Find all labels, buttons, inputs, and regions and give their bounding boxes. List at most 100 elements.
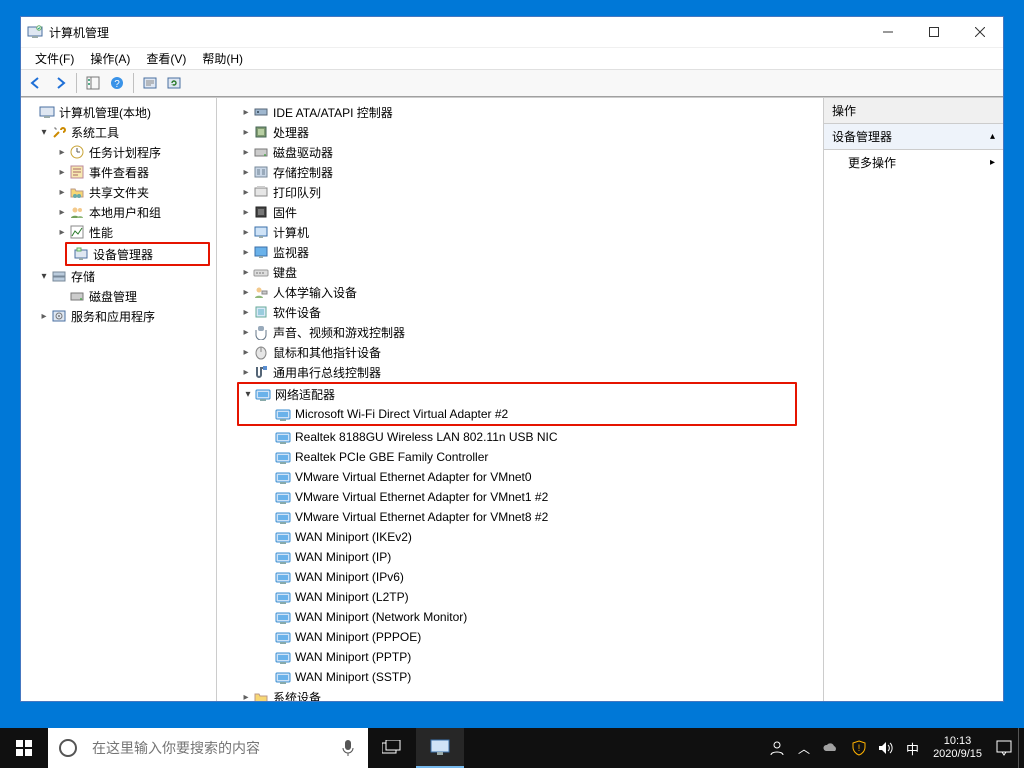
adapter-label: Microsoft Wi-Fi Direct Virtual Adapter #… xyxy=(295,407,508,421)
category-icon xyxy=(253,304,269,320)
computer-management-window: 计算机管理 文件(F) 操作(A) 查看(V) 帮助(H) ? xyxy=(20,16,1004,702)
device-category[interactable]: ▸打印队列 xyxy=(219,182,821,202)
refresh-button[interactable] xyxy=(163,72,185,94)
help-button[interactable]: ? xyxy=(106,72,128,94)
navigation-tree[interactable]: 计算机管理(本地) ▾ 系统工具 ▸ 任务计划程序 ▸ 事件查看器 xyxy=(21,98,217,701)
device-category[interactable]: ▸存储控制器 xyxy=(219,162,821,182)
menu-view[interactable]: 查看(V) xyxy=(138,48,194,69)
network-adapter-item[interactable]: WAN Miniport (SSTP) xyxy=(219,667,821,687)
menu-file[interactable]: 文件(F) xyxy=(27,48,82,69)
tree-local-users[interactable]: ▸ 本地用户和组 xyxy=(23,202,214,222)
device-category[interactable]: ▸处理器 xyxy=(219,122,821,142)
menu-help[interactable]: 帮助(H) xyxy=(194,48,251,69)
device-category[interactable]: ▸声音、视频和游戏控制器 xyxy=(219,322,821,342)
show-hide-tree-button[interactable] xyxy=(82,72,104,94)
network-adapter-item[interactable]: WAN Miniport (IPv6) xyxy=(219,567,821,587)
tree-label: 设备管理器 xyxy=(93,246,153,263)
tree-shared-folders[interactable]: ▸ 共享文件夹 xyxy=(23,182,214,202)
network-adapter-item[interactable]: Microsoft Wi-Fi Direct Virtual Adapter #… xyxy=(239,404,795,424)
device-category[interactable]: ▸固件 xyxy=(219,202,821,222)
tree-storage[interactable]: ▾ 存储 xyxy=(23,266,214,286)
network-adapter-item[interactable]: VMware Virtual Ethernet Adapter for VMne… xyxy=(219,467,821,487)
category-label: 声音、视频和游戏控制器 xyxy=(273,324,405,341)
network-adapter-item[interactable]: Realtek 8188GU Wireless LAN 802.11n USB … xyxy=(219,427,821,447)
network-adapter-item[interactable]: Realtek PCIe GBE Family Controller xyxy=(219,447,821,467)
tray-chevron-up-icon[interactable]: ︿ xyxy=(792,728,816,768)
network-adapter-item[interactable]: WAN Miniport (PPPOE) xyxy=(219,627,821,647)
chevron-right-icon: ▸ xyxy=(37,311,51,322)
cortana-icon[interactable] xyxy=(48,738,88,758)
svg-text:!: ! xyxy=(858,743,861,753)
network-adapter-item[interactable]: VMware Virtual Ethernet Adapter for VMne… xyxy=(219,507,821,527)
chevron-down-icon: ▾ xyxy=(37,271,51,282)
system-tray: ︿ ! 中 10:13 2020/9/15 xyxy=(762,728,1024,768)
properties-button[interactable] xyxy=(139,72,161,94)
close-button[interactable] xyxy=(957,17,1003,47)
tree-root[interactable]: 计算机管理(本地) xyxy=(23,102,214,122)
network-adapter-item[interactable]: WAN Miniport (IP) xyxy=(219,547,821,567)
chevron-right-icon: ▸ xyxy=(239,307,253,318)
category-icon xyxy=(253,284,269,300)
network-adapter-item[interactable]: VMware Virtual Ethernet Adapter for VMne… xyxy=(219,487,821,507)
show-desktop-button[interactable] xyxy=(1018,728,1024,768)
tree-device-manager[interactable]: 设备管理器 xyxy=(69,244,208,264)
taskbar-searchbox[interactable] xyxy=(48,728,368,768)
tree-services-apps[interactable]: ▸ 服务和应用程序 xyxy=(23,306,214,326)
clock-date: 2020/9/15 xyxy=(933,748,982,761)
adapter-label: WAN Miniport (PPPOE) xyxy=(295,630,421,644)
search-input[interactable] xyxy=(88,728,328,768)
taskbar-app-computer-management[interactable] xyxy=(416,728,464,768)
device-category[interactable]: ▸监视器 xyxy=(219,242,821,262)
device-category[interactable]: ▸ 软件设备 xyxy=(219,302,821,322)
tree-system-tools[interactable]: ▾ 系统工具 xyxy=(23,122,214,142)
category-icon xyxy=(253,244,269,260)
titlebar[interactable]: 计算机管理 xyxy=(21,17,1003,47)
menu-action[interactable]: 操作(A) xyxy=(82,48,138,69)
device-manager-tree[interactable]: ▸IDE ATA/ATAPI 控制器▸处理器▸磁盘驱动器▸存储控制器▸打印队列▸… xyxy=(217,98,823,701)
category-label: 监视器 xyxy=(273,244,309,261)
people-icon[interactable] xyxy=(762,728,792,768)
tree-event-viewer[interactable]: ▸ 事件查看器 xyxy=(23,162,214,182)
chevron-right-icon: ▸ xyxy=(239,207,253,218)
device-category-network-adapters[interactable]: ▾网络适配器 xyxy=(239,384,795,404)
minimize-button[interactable] xyxy=(865,17,911,47)
onedrive-icon[interactable] xyxy=(816,728,846,768)
category-icon xyxy=(253,104,269,120)
network-adapter-item[interactable]: WAN Miniport (Network Monitor) xyxy=(219,607,821,627)
tree-task-scheduler[interactable]: ▸ 任务计划程序 xyxy=(23,142,214,162)
back-button[interactable] xyxy=(25,72,47,94)
adapter-label: Realtek PCIe GBE Family Controller xyxy=(295,450,488,464)
device-category[interactable]: ▸键盘 xyxy=(219,262,821,282)
security-icon[interactable]: ! xyxy=(846,728,872,768)
device-category[interactable]: ▸鼠标和其他指针设备 xyxy=(219,342,821,362)
device-category[interactable]: ▸人体学输入设备 xyxy=(219,282,821,302)
network-adapter-icon xyxy=(275,429,291,445)
network-adapter-item[interactable]: WAN Miniport (L2TP) xyxy=(219,587,821,607)
notifications-icon[interactable] xyxy=(990,728,1018,768)
tree-disk-management[interactable]: 磁盘管理 xyxy=(23,286,214,306)
network-adapter-item[interactable]: WAN Miniport (PPTP) xyxy=(219,647,821,667)
forward-button[interactable] xyxy=(49,72,71,94)
start-button[interactable] xyxy=(0,728,48,768)
taskbar-clock[interactable]: 10:13 2020/9/15 xyxy=(925,735,990,761)
chevron-right-icon: ▸ xyxy=(239,227,253,238)
category-label: 软件设备 xyxy=(273,304,321,321)
device-category[interactable]: ▸IDE ATA/ATAPI 控制器 xyxy=(219,102,821,122)
category-label: 计算机 xyxy=(273,224,309,241)
device-category[interactable]: ▸ 计算机 xyxy=(219,222,821,242)
task-view-button[interactable] xyxy=(368,728,416,768)
tree-performance[interactable]: ▸ 性能 xyxy=(23,222,214,242)
volume-icon[interactable] xyxy=(872,728,900,768)
device-category[interactable]: ▸磁盘驱动器 xyxy=(219,142,821,162)
microphone-icon[interactable] xyxy=(328,739,368,757)
maximize-button[interactable] xyxy=(911,17,957,47)
device-category[interactable]: ▸系统设备 xyxy=(219,687,821,701)
actions-group[interactable]: 设备管理器 ▴ xyxy=(824,124,1003,150)
ime-indicator[interactable]: 中 xyxy=(900,728,925,768)
chevron-right-icon: ▸ xyxy=(55,187,69,198)
tree-label: 系统工具 xyxy=(71,124,119,141)
device-category[interactable]: ▸通用串行总线控制器 xyxy=(219,362,821,382)
actions-more[interactable]: 更多操作 ▸ xyxy=(824,150,1003,175)
adapter-label: WAN Miniport (L2TP) xyxy=(295,590,409,604)
network-adapter-item[interactable]: WAN Miniport (IKEv2) xyxy=(219,527,821,547)
